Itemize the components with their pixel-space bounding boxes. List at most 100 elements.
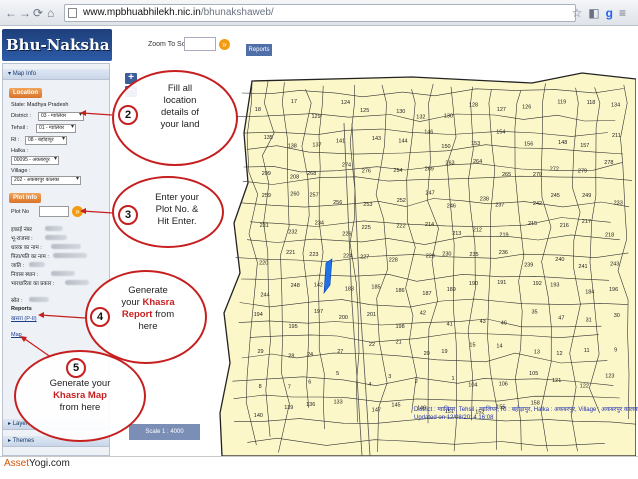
back-arrow-icon[interactable]: ← bbox=[5, 6, 17, 20]
plot-number-label: 133 bbox=[334, 400, 343, 406]
village-select[interactable]: 202 - अकबरपुर कालका bbox=[11, 176, 81, 185]
tehsil-select[interactable]: 01 - ग्वालियर bbox=[36, 124, 76, 133]
plot-number-label: 242 bbox=[533, 201, 542, 207]
plot-number-label: 274 bbox=[342, 163, 351, 169]
district-select[interactable]: 03 - ग्वालियर bbox=[38, 112, 84, 121]
step-number-2: 2 bbox=[118, 105, 138, 125]
plot-number-label: 47 bbox=[558, 316, 564, 322]
plot-number-label: 129 bbox=[312, 114, 321, 120]
plot-number-label: 192 bbox=[533, 281, 542, 287]
address-bar[interactable]: www.mpbhuabhilekh.nic.in/bhunakshaweb/ bbox=[64, 4, 576, 22]
plot-number-label: 12 bbox=[556, 351, 562, 357]
plot-number-label: 8 bbox=[259, 384, 262, 390]
plot-number-label: 241 bbox=[578, 264, 587, 270]
plot-number-label: 260 bbox=[290, 191, 299, 197]
redacted-value bbox=[51, 271, 75, 276]
plot-number-label: 130 bbox=[396, 109, 405, 115]
plot-number-label: 222 bbox=[397, 223, 406, 229]
plot-number-label: 4 bbox=[368, 382, 371, 388]
ri-label: RI : bbox=[11, 137, 20, 143]
callout-line: from here bbox=[59, 402, 101, 413]
url-path: /bhunakshaweb/ bbox=[200, 7, 274, 18]
callout-line: Plot No. & bbox=[155, 204, 199, 215]
reload-icon[interactable]: ⟳ bbox=[33, 6, 43, 20]
plot-number-label: 279 bbox=[578, 169, 587, 175]
footer-divider bbox=[0, 456, 638, 457]
plot-number-label: 132 bbox=[416, 114, 425, 120]
plot-number-label: 186 bbox=[395, 288, 404, 294]
extension-icon[interactable]: ◧ bbox=[588, 6, 605, 20]
home-icon[interactable]: ⌂ bbox=[47, 6, 54, 20]
plot-number-label: 140 bbox=[254, 413, 263, 419]
step-number-4: 4 bbox=[90, 307, 110, 327]
google-icon[interactable]: g bbox=[606, 6, 619, 20]
plot-number-label: 187 bbox=[422, 291, 431, 297]
step-number-3: 3 bbox=[118, 205, 138, 225]
plot-number-label: 17 bbox=[291, 99, 297, 105]
ri-select[interactable]: 08 - बहोड़ापुर bbox=[25, 136, 67, 145]
plot-number-label: 142 bbox=[314, 283, 323, 289]
plot-number-label: 130 bbox=[444, 114, 453, 120]
plot-number-label: 150 bbox=[441, 144, 450, 150]
plot-number-label: 139 bbox=[284, 405, 293, 411]
plot-number-label: 121 bbox=[552, 378, 561, 384]
field-label-5: निवास स्थान : bbox=[11, 272, 39, 278]
khasra-report-link[interactable]: खसरा (P-II) bbox=[11, 314, 37, 322]
plot-number-label: 146 bbox=[424, 130, 433, 136]
plot-number-label: 183 bbox=[345, 287, 354, 293]
plot-number-label: 30 bbox=[614, 313, 620, 319]
plot-number-label: 214 bbox=[425, 222, 434, 228]
menu-icon[interactable]: ≡ bbox=[619, 6, 632, 20]
toolbar-icons: ☆◧g≡ bbox=[572, 6, 632, 20]
plot-number-label: 233 bbox=[614, 200, 623, 206]
plot-number-label: 189 bbox=[447, 287, 456, 293]
redacted-value bbox=[29, 297, 49, 302]
plot-number-label: 143 bbox=[372, 136, 381, 142]
plot-number-label: 134 bbox=[611, 102, 620, 108]
callout-line: location bbox=[163, 95, 197, 106]
star-icon[interactable]: ☆ bbox=[572, 6, 589, 20]
callout-line: Hit Enter. bbox=[157, 216, 197, 227]
plot-number-label: 198 bbox=[396, 324, 405, 330]
plot-number-label: 223 bbox=[309, 252, 318, 258]
halka-select[interactable]: 00095 - अकबरपुर bbox=[11, 156, 59, 165]
map-info-panel-header[interactable]: ▾ Map Info bbox=[3, 69, 109, 80]
plot-number-label: 213 bbox=[452, 231, 461, 237]
plot-number-label: 46 bbox=[501, 321, 507, 327]
plot-number-label: 105 bbox=[529, 371, 538, 377]
app-header: Bhu-Naksha Zoom To Scale: » bbox=[0, 27, 638, 63]
redacted-value bbox=[29, 262, 45, 267]
plot-number-label: 232 bbox=[288, 230, 297, 236]
callout-line: here bbox=[138, 321, 158, 332]
browser-toolbar: ← → ⟳ ⌂ www.mpbhuabhilekh.nic.in/bhunaks… bbox=[0, 0, 638, 26]
brand-part-a: Asset bbox=[4, 458, 30, 469]
forward-arrow-icon[interactable]: → bbox=[19, 6, 31, 20]
reports-menu-button[interactable]: Reports bbox=[246, 44, 272, 56]
zoom-go-button[interactable]: » bbox=[219, 39, 230, 50]
map-link[interactable]: Map bbox=[11, 332, 22, 338]
plot-number-label: 253 bbox=[363, 202, 372, 208]
plot-number-label: 234 bbox=[315, 221, 324, 227]
plot-number-label: 218 bbox=[605, 232, 614, 238]
plot-number-label: 254 bbox=[393, 168, 402, 174]
plot-number-label: 227 bbox=[360, 254, 369, 260]
zoom-scale-input[interactable] bbox=[184, 37, 216, 51]
plot-number-label: 2 bbox=[415, 379, 418, 385]
plot-no-input[interactable] bbox=[39, 206, 69, 217]
plot-number-label: 157 bbox=[580, 143, 589, 149]
page-icon bbox=[68, 8, 77, 18]
plot-go-button[interactable]: » bbox=[72, 206, 83, 217]
callout-emphasis: Report bbox=[121, 309, 153, 320]
plot-number-label: 148 bbox=[558, 140, 567, 146]
plot-number-label: 230 bbox=[442, 252, 451, 258]
plot-number-label: 125 bbox=[360, 108, 369, 114]
plot-number-label: 27 bbox=[337, 349, 343, 355]
plot-number-label: 240 bbox=[555, 257, 564, 263]
tehsil-label: Tehsil : bbox=[11, 125, 29, 131]
plot-number-label: 35 bbox=[532, 309, 538, 315]
plot-number-label: 141 bbox=[336, 139, 345, 145]
plot-number-label: 41 bbox=[447, 321, 453, 327]
plot-number-label: 14 bbox=[496, 343, 502, 349]
callout-line: your Khasra bbox=[106, 297, 190, 309]
plot-number-label: 247 bbox=[426, 191, 435, 197]
